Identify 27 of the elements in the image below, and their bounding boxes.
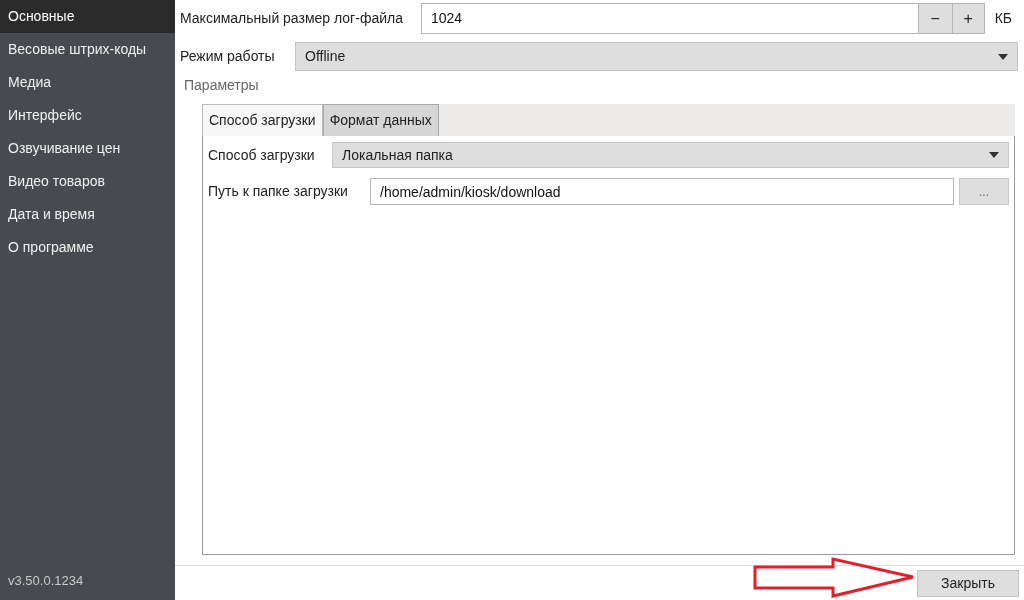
increment-button[interactable]: +: [951, 3, 985, 34]
field-label: Способ загрузки: [208, 145, 316, 165]
field-label: Режим работы: [180, 47, 276, 66]
dropdown-caret-icon: [989, 152, 999, 158]
mode-dropdown[interactable]: Offline: [295, 42, 1018, 71]
sidebar-item[interactable]: Интерфейс: [0, 99, 175, 132]
close-button[interactable]: Закрыть: [917, 569, 1019, 597]
unit-label: КБ: [994, 9, 1012, 28]
tab[interactable]: Способ загрузки: [202, 104, 323, 136]
sidebar-item[interactable]: Весовые штрих-коды: [0, 33, 175, 66]
tab[interactable]: Формат данных: [322, 104, 439, 136]
sidebar-item[interactable]: О программе: [0, 231, 175, 264]
sidebar-item[interactable]: Видео товаров: [0, 165, 175, 198]
sidebar-item[interactable]: Медиа: [0, 66, 175, 99]
arrow-icon: [753, 557, 915, 598]
dropdown-caret-icon: [998, 53, 1008, 60]
version-text: v3.50.0.1234: [7, 571, 85, 590]
sidebar-item[interactable]: Дата и время: [0, 198, 175, 231]
decrement-button[interactable]: −: [918, 3, 952, 34]
path-field[interactable]: /home/admin/kiosk/download: [370, 178, 954, 205]
sidebar-item[interactable]: Озвучивание цен: [0, 132, 175, 165]
group-title: Параметры: [184, 76, 260, 95]
method-dropdown[interactable]: Локальная папка: [332, 142, 1009, 168]
field-label: Путь к папке загрузки: [208, 182, 349, 201]
log-size-field[interactable]: 1024: [421, 3, 919, 34]
field-label: Максимальный размер лог-файла: [180, 9, 404, 28]
sidebar-item[interactable]: Основные: [0, 0, 175, 33]
